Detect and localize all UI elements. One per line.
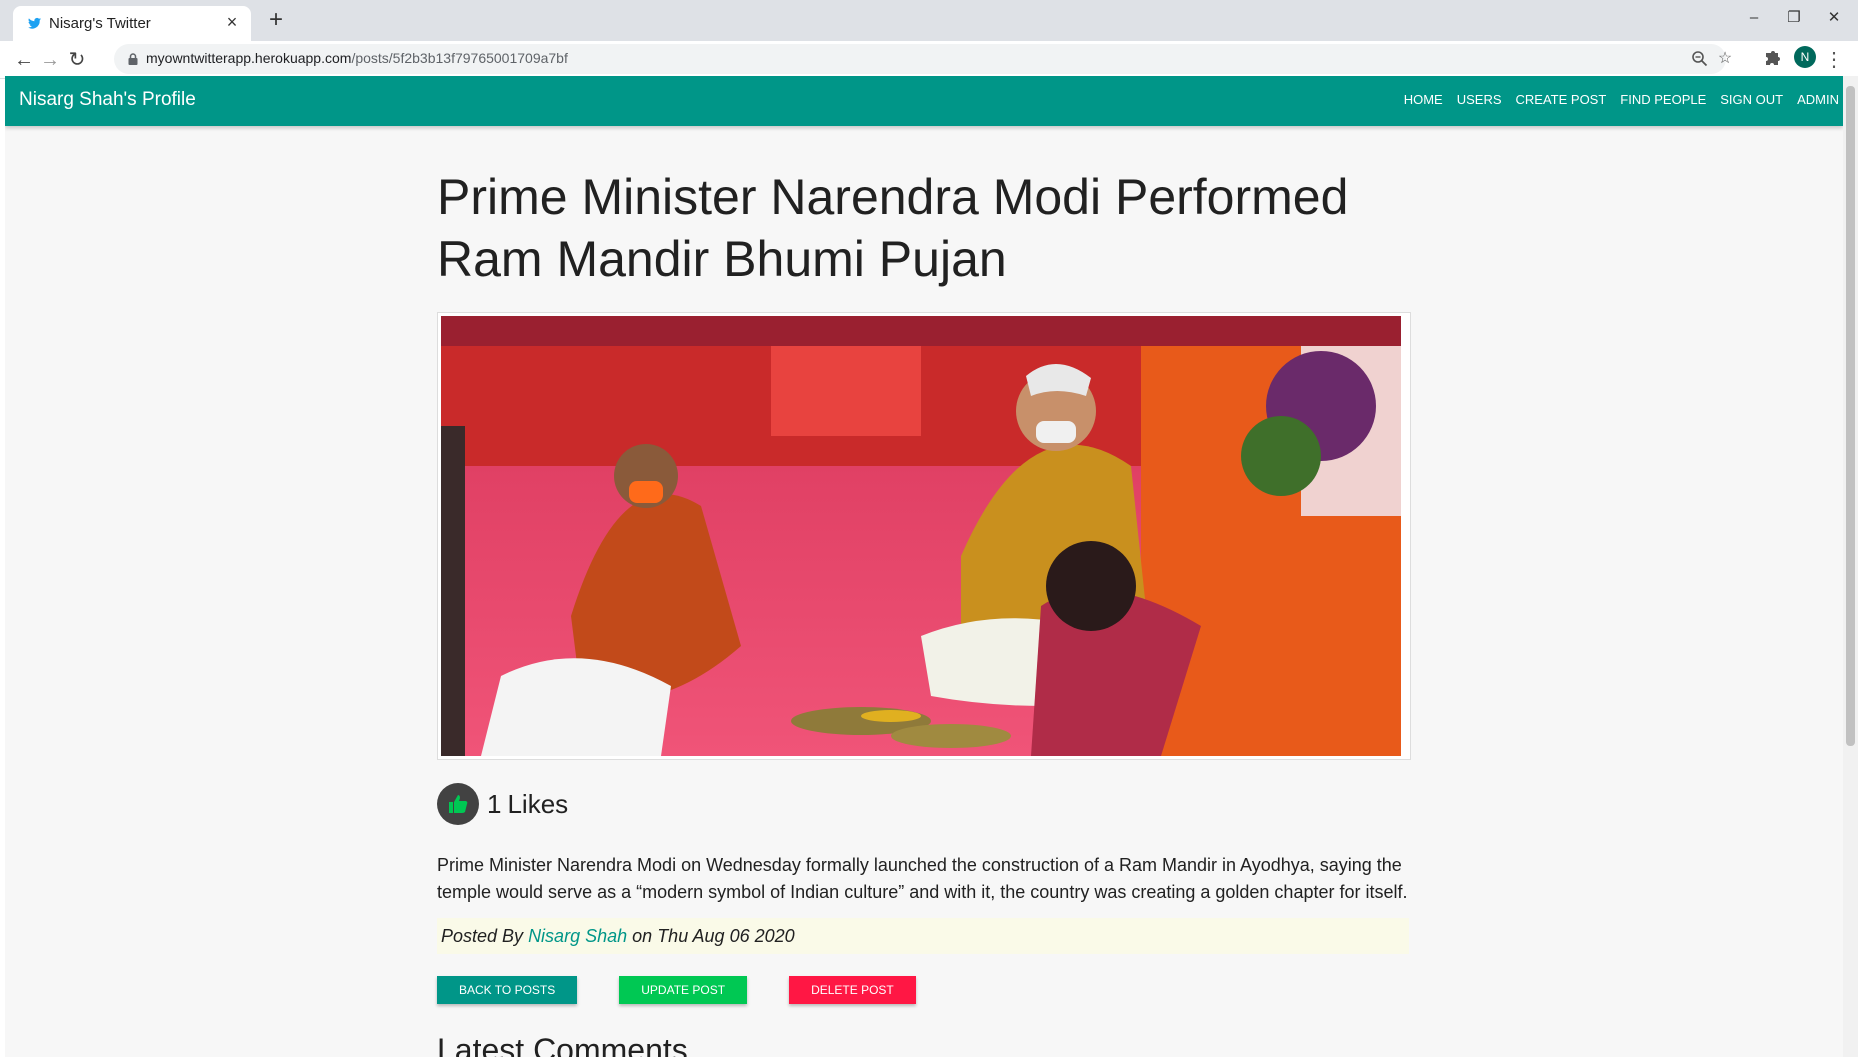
nav-links: HOME USERS CREATE POST FIND PEOPLE SIGN … (1404, 92, 1839, 107)
site-navbar: Nisarg Shah's Profile HOME USERS CREATE … (5, 76, 1843, 126)
address-bar[interactable]: myowntwitterapp.herokuapp.com/posts/5f2b… (114, 44, 1732, 74)
reload-icon[interactable]: ↻ (63, 46, 91, 74)
url-text[interactable]: myowntwitterapp.herokuapp.com/posts/5f2b… (146, 50, 568, 66)
url-host: myowntwitterapp.herokuapp.com (146, 50, 352, 66)
page-viewport: Nisarg Shah's Profile HOME USERS CREATE … (5, 76, 1843, 1057)
zoom-icon[interactable] (1689, 48, 1711, 70)
forward-icon[interactable]: → (36, 46, 64, 74)
twitter-bird-icon (28, 17, 41, 29)
comments-heading: Latest Comments (437, 1032, 688, 1057)
post-image (441, 316, 1401, 756)
profile-avatar[interactable]: N (1794, 46, 1816, 68)
delete-post-button[interactable]: DELETE POST (789, 976, 916, 1004)
nav-link-home[interactable]: HOME (1404, 92, 1443, 107)
date-prefix: on (632, 926, 653, 946)
url-path: /posts/5f2b3b13f79765001709a7bf (351, 50, 568, 66)
browser-toolbar: ← → ↻ myowntwitterapp.herokuapp.com/post… (0, 41, 1858, 79)
page-scrollbar[interactable] (1843, 76, 1858, 1057)
like-button[interactable] (437, 783, 479, 825)
nav-link-admin[interactable]: ADMIN (1797, 92, 1839, 107)
tab-strip: Nisarg's Twitter × + – ❐ ✕ (0, 0, 1858, 41)
nav-link-sign-out[interactable]: SIGN OUT (1720, 92, 1783, 107)
likes-row: 1 Likes (437, 782, 1409, 826)
new-tab-icon[interactable]: + (263, 7, 289, 33)
back-to-posts-button[interactable]: BACK TO POSTS (437, 976, 578, 1004)
author-link[interactable]: Nisarg Shah (528, 926, 627, 946)
browser-tab[interactable]: Nisarg's Twitter × (13, 6, 251, 41)
close-window-icon[interactable]: ✕ (1822, 6, 1846, 30)
scrollbar-thumb[interactable] (1846, 86, 1855, 746)
back-icon[interactable]: ← (10, 46, 38, 74)
post-actions: BACK TO POSTS UPDATE POST DELETE POST (437, 976, 1409, 1004)
restore-icon[interactable]: ❐ (1782, 6, 1806, 30)
extensions-puzzle-icon[interactable] (1760, 48, 1784, 72)
likes-label: Likes (507, 788, 569, 819)
bookmark-star-icon[interactable]: ☆ (1714, 48, 1736, 70)
post-meta: Posted By Nisarg Shah on Thu Aug 06 2020 (437, 918, 1409, 954)
site-brand[interactable]: Nisarg Shah's Profile (19, 89, 196, 111)
post-body: Prime Minister Narendra Modi on Wednesda… (437, 855, 1408, 902)
lock-icon[interactable] (126, 52, 140, 66)
nav-link-users[interactable]: USERS (1457, 92, 1502, 107)
post-container: Prime Minister Narendra Modi Performed R… (437, 166, 1411, 1004)
post-date: Thu Aug 06 2020 (657, 926, 795, 946)
nav-link-find-people[interactable]: FIND PEOPLE (1620, 92, 1706, 107)
minimize-icon[interactable]: – (1742, 6, 1766, 30)
likes-count: 1 Likes (487, 789, 568, 820)
post-image-frame (437, 312, 1411, 760)
browser-menu-icon[interactable]: ⋮ (1822, 48, 1846, 72)
thumbs-up-icon (449, 795, 468, 813)
update-post-button[interactable]: UPDATE POST (619, 976, 748, 1004)
post-title: Prime Minister Narendra Modi Performed R… (437, 169, 1349, 287)
likes-number: 1 (487, 788, 502, 819)
posted-by-label: Posted By (441, 926, 524, 946)
tab-title: Nisarg's Twitter (49, 15, 151, 32)
window-controls: – ❐ ✕ (1742, 6, 1846, 30)
close-tab-icon[interactable]: × (221, 11, 243, 33)
nav-link-create-post[interactable]: CREATE POST (1516, 92, 1607, 107)
browser-window: Nisarg's Twitter × + – ❐ ✕ ← → ↻ myowntw… (0, 0, 1858, 1057)
